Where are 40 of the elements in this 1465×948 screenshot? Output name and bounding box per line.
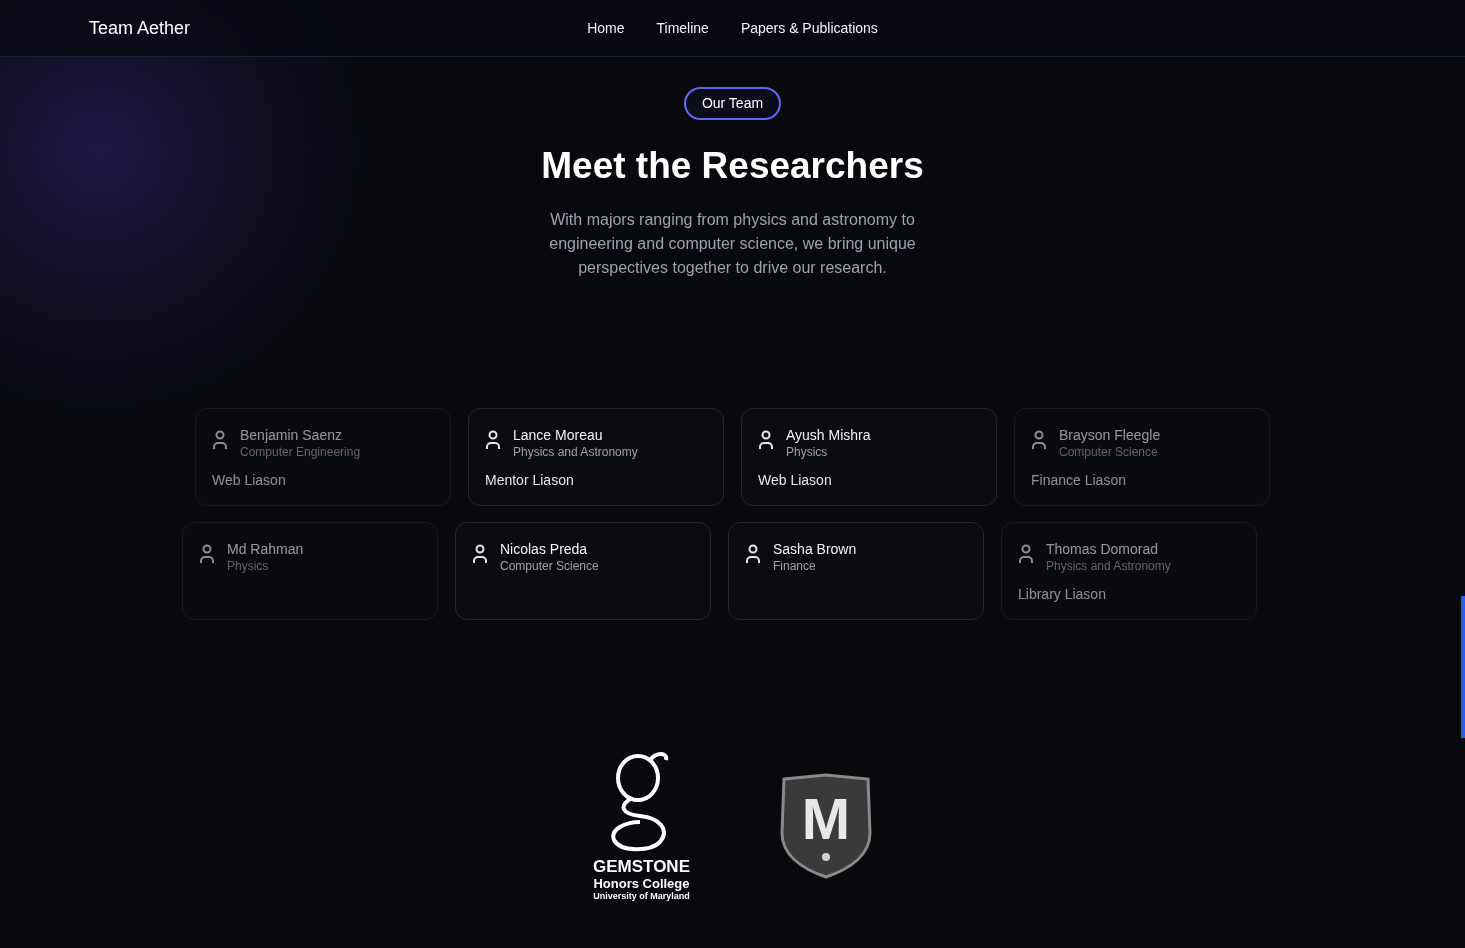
researcher-role: Mentor Liason [485,471,574,488]
researcher-name: Md Rahman [227,539,304,558]
researcher-major: Computer Science [1059,443,1159,461]
person-icon [1018,543,1034,564]
researcher-role: Web Liason [758,471,832,488]
logo-title: GEMSTONE [593,857,690,876]
section-description: With majors ranging from physics and astronomy to engineering and computer science, we bring unique perspectives together to drive our research. [548,209,917,278]
person-icon [212,429,228,450]
researcher-name: Thomas Domorad [1046,539,1160,558]
person-icon [472,543,488,564]
logo-caption: University of Maryland [593,890,690,902]
section-title: Meet the Researchers [541,144,924,188]
researcher-role: Web Liason [212,471,286,488]
researcher-name: Lance Moreau [513,425,604,444]
person-icon [485,429,501,450]
researcher-role: Finance Liason [1031,471,1126,488]
researcher-major: Computer Science [500,557,599,575]
researcher-major: Physics and Astronomy [1046,557,1171,575]
nav-link[interactable]: Home [587,17,625,39]
researcher-major: Physics [227,557,270,575]
nav-link[interactable]: Timeline [656,17,709,39]
person-icon [745,543,761,564]
researcher-name: Nicolas Preda [500,539,589,558]
researcher-major: Physics [786,443,829,461]
shield-logo: M [780,772,872,879]
section-badge: Our Team [683,87,782,120]
researcher-name: Benjamin Saenz [240,425,343,444]
researcher-major: Physics and Astronomy [513,443,638,461]
brand-link[interactable]: Team Aether [89,14,191,42]
nav-link[interactable]: Papers & Publications [740,17,878,39]
person-icon [199,543,215,564]
researcher-major: Finance [773,557,817,575]
researcher-name: Sasha Brown [773,539,857,558]
researcher-role: Library Liason [1018,585,1106,602]
person-icon [758,429,774,450]
researcher-name: Brayson Fleegle [1059,425,1161,444]
logo-subtitle: Honors College [593,875,690,891]
researcher-name: Ayush Mishra [786,425,871,444]
researcher-major: Computer Engineering [240,443,361,461]
person-icon [1031,429,1047,450]
